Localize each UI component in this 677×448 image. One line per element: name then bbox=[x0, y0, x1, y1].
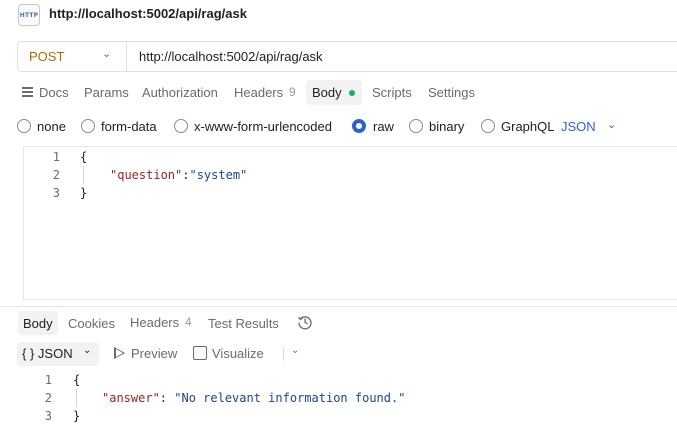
radio-raw-label[interactable]: raw bbox=[373, 119, 394, 134]
response-toolbar: { } JSON ⌄ Preview Visualize ⌄ bbox=[17, 342, 307, 366]
json-line: "answer": "No relevant information found… bbox=[102, 391, 405, 405]
radio-form-data[interactable] bbox=[81, 119, 95, 133]
history-icon[interactable] bbox=[297, 314, 313, 330]
json-open-brace: { bbox=[73, 373, 81, 387]
radio-raw[interactable] bbox=[352, 119, 366, 133]
tab-response-headers[interactable]: Headers bbox=[130, 315, 179, 330]
line-number: 2 bbox=[52, 168, 60, 182]
request-body-editor[interactable]: 1 2 3 { "question":"system" } bbox=[23, 146, 677, 300]
method-select[interactable]: POST bbox=[29, 49, 64, 64]
chevron-down-icon[interactable]: ⌄ bbox=[607, 118, 616, 131]
image-icon[interactable] bbox=[193, 346, 207, 360]
indent-guide bbox=[83, 166, 84, 184]
tab-settings[interactable]: Settings bbox=[428, 85, 475, 100]
chevron-down-icon[interactable]: ⌄ bbox=[83, 345, 91, 356]
chevron-down-icon[interactable]: ⌄ bbox=[102, 47, 111, 60]
raw-format-select[interactable]: JSON bbox=[561, 119, 596, 134]
toolbar-divider bbox=[283, 347, 284, 361]
chevron-down-icon[interactable]: ⌄ bbox=[291, 345, 299, 356]
url-divider bbox=[126, 42, 127, 71]
pane-divider[interactable] bbox=[0, 306, 677, 307]
json-key: "question" bbox=[110, 168, 183, 182]
radio-binary[interactable] bbox=[409, 119, 423, 133]
tab-cookies[interactable]: Cookies bbox=[68, 316, 115, 331]
radio-urlencoded-label[interactable]: x-www-form-urlencoded bbox=[194, 119, 332, 134]
tab-response-body[interactable]: Body bbox=[23, 316, 53, 331]
json-close-brace: } bbox=[73, 409, 81, 423]
tab-test-results[interactable]: Test Results bbox=[208, 316, 279, 331]
preview-button[interactable]: Preview bbox=[131, 346, 177, 361]
json-value: "system" bbox=[189, 168, 248, 182]
tab-headers[interactable]: Headers bbox=[234, 85, 283, 100]
url-input[interactable]: http://localhost:5002/api/rag/ask bbox=[139, 49, 323, 64]
json-value: "No relevant information found." bbox=[174, 391, 406, 405]
http-icon-text: HTTP bbox=[19, 11, 39, 19]
json-key: "answer" bbox=[102, 391, 160, 405]
line-number: 1 bbox=[44, 373, 52, 387]
json-close-brace: } bbox=[80, 186, 88, 200]
request-tabs: Docs Params Authorization Headers 9 Body… bbox=[18, 80, 478, 106]
request-title[interactable]: http://localhost:5002/api/rag/ask bbox=[49, 6, 247, 21]
json-colon: : bbox=[159, 391, 175, 405]
response-headers-count-badge: 4 bbox=[185, 315, 192, 329]
request-title-bar: HTTP http://localhost:5002/api/rag/ask bbox=[0, 0, 677, 30]
body-type-options: none form-data x-www-form-urlencoded raw… bbox=[17, 116, 637, 136]
line-number: 1 bbox=[52, 150, 60, 164]
response-body-viewer[interactable]: 1 2 3 { "answer": "No relevant informati… bbox=[18, 368, 658, 428]
response-tabs: Body Cookies Headers 4 Test Results bbox=[18, 309, 338, 335]
docs-icon[interactable] bbox=[22, 87, 33, 98]
radio-graphql[interactable] bbox=[481, 119, 495, 133]
json-line: "question":"system" bbox=[110, 168, 247, 182]
play-icon[interactable] bbox=[114, 347, 125, 359]
url-bar: POST ⌄ http://localhost:5002/api/rag/ask bbox=[17, 41, 677, 72]
http-request-icon: HTTP bbox=[18, 4, 40, 26]
body-modified-dot bbox=[349, 90, 355, 96]
visualize-button[interactable]: Visualize bbox=[212, 346, 264, 361]
radio-none-label[interactable]: none bbox=[37, 119, 66, 134]
tab-docs[interactable]: Docs bbox=[39, 85, 69, 100]
response-format-label[interactable]: { } JSON bbox=[22, 346, 73, 361]
headers-count-badge: 9 bbox=[289, 85, 296, 99]
line-number: 3 bbox=[52, 186, 60, 200]
radio-none[interactable] bbox=[17, 119, 31, 133]
radio-form-data-label[interactable]: form-data bbox=[101, 119, 157, 134]
radio-urlencoded[interactable] bbox=[174, 119, 188, 133]
line-number: 2 bbox=[44, 391, 52, 405]
tab-params[interactable]: Params bbox=[84, 85, 129, 100]
tab-scripts[interactable]: Scripts bbox=[372, 85, 412, 100]
json-open-brace: { bbox=[80, 150, 88, 164]
tab-authorization[interactable]: Authorization bbox=[142, 85, 218, 100]
line-number: 3 bbox=[44, 409, 52, 423]
tab-body[interactable]: Body bbox=[312, 85, 342, 100]
indent-guide bbox=[76, 389, 77, 407]
radio-binary-label[interactable]: binary bbox=[429, 119, 464, 134]
radio-graphql-label[interactable]: GraphQL bbox=[501, 119, 554, 134]
